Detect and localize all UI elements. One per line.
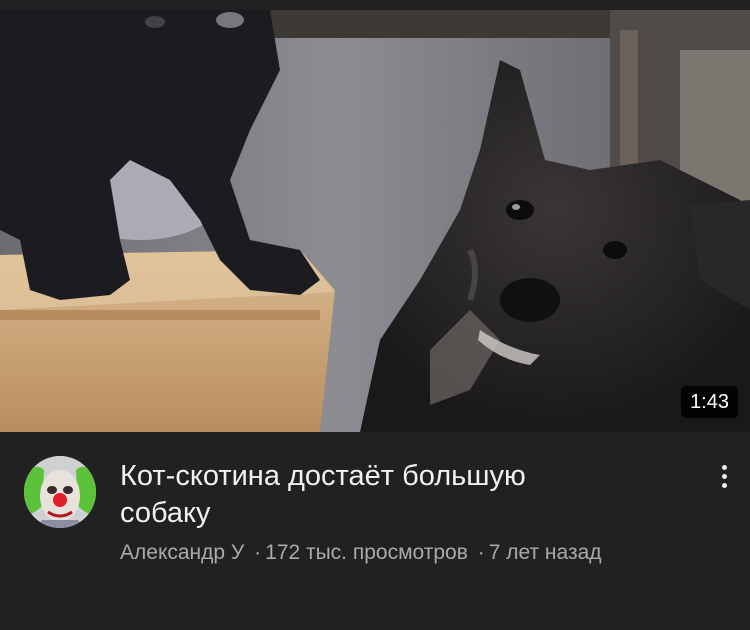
video-meta: Кот-скотина достаёт большую собаку Алекс…	[0, 432, 750, 630]
duration-badge: 1:43	[681, 386, 738, 418]
upload-age: 7 лет назад	[488, 541, 602, 564]
channel-avatar[interactable]	[24, 456, 96, 528]
menu-dot	[721, 464, 727, 470]
top-strip	[0, 0, 750, 10]
view-count: 172 тыс. просмотров	[265, 541, 468, 564]
channel-name[interactable]: Александр У	[120, 541, 244, 564]
menu-dot	[721, 482, 727, 488]
thumbnail-image	[0, 10, 750, 432]
video-title[interactable]: Кот-скотина достаёт большую собаку	[120, 458, 620, 532]
separator: ·	[254, 541, 262, 564]
menu-dot	[721, 473, 727, 479]
video-thumbnail[interactable]: 1:43	[0, 10, 750, 432]
separator: ·	[477, 541, 485, 564]
clown-avatar-icon	[24, 456, 96, 528]
video-subtitle: Александр У · 172 тыс. просмотров · 7 лет …	[120, 538, 660, 567]
more-vert-icon[interactable]	[706, 458, 742, 494]
feed-video-card: 1:43 Кот-скотина достаёт большую собаку …	[0, 0, 750, 630]
